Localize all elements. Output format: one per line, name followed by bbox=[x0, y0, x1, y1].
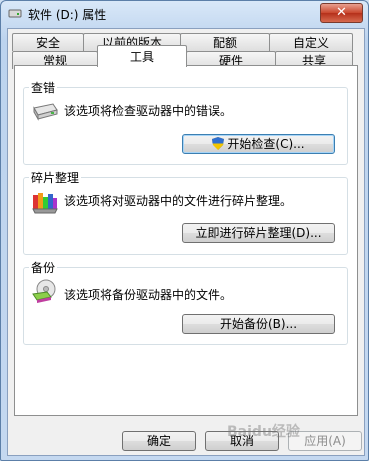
defrag-title: 碎片整理 bbox=[29, 169, 82, 186]
ok-button[interactable]: 确定 bbox=[122, 431, 196, 451]
watermark: Baidu经验 bbox=[227, 424, 300, 440]
error-check-title: 查错 bbox=[29, 79, 58, 96]
defrag-now-button[interactable]: 立即进行碎片整理(D)... bbox=[182, 223, 335, 243]
defrag-icon bbox=[32, 193, 58, 214]
error-check-group: 查错 该选项将检查驱动器中的错误。 开始检查(C)... bbox=[23, 79, 348, 165]
defrag-description: 该选项将对驱动器中的文件进行碎片整理。 bbox=[64, 194, 293, 208]
backup-icon bbox=[32, 279, 56, 303]
tab-quota[interactable]: 配额 bbox=[180, 33, 270, 51]
defrag-group: 碎片整理 该选项将对驱动器中的文件进行碎片整理。 立即进行碎片整理(D)... bbox=[23, 169, 348, 255]
close-button[interactable]: ✕ bbox=[320, 3, 363, 23]
tab-customize[interactable]: 自定义 bbox=[269, 33, 353, 51]
drive-icon bbox=[8, 9, 22, 18]
title-bar[interactable]: 软件 (D:) 属性 ✕ bbox=[1, 1, 368, 27]
start-check-button[interactable]: 开始检查(C)... bbox=[182, 134, 335, 154]
start-backup-button[interactable]: 开始备份(B)... bbox=[182, 314, 335, 334]
tab-tools[interactable]: 工具 bbox=[97, 45, 187, 67]
backup-title: 备份 bbox=[29, 259, 58, 276]
backup-group: 备份 该选项将备份驱动器中的文件。 开始备份(B)... bbox=[23, 259, 348, 345]
window-title: 软件 (D:) 属性 bbox=[28, 8, 107, 22]
backup-description: 该选项将备份驱动器中的文件。 bbox=[64, 288, 233, 302]
tab-security[interactable]: 安全 bbox=[12, 33, 84, 51]
hard-drive-icon bbox=[33, 103, 58, 121]
error-check-description: 该选项将检查驱动器中的错误。 bbox=[64, 104, 233, 118]
start-check-label: 开始检查(C)... bbox=[227, 137, 305, 151]
uac-shield-icon bbox=[212, 137, 225, 150]
properties-window: 软件 (D:) 属性 ✕ 安全 以前的版本 配额 自定义 常规 工具 硬件 共享… bbox=[0, 0, 369, 461]
tools-panel: 查错 该选项将检查驱动器中的错误。 开始检查(C)... 碎片整理 该选项将对驱… bbox=[14, 65, 358, 416]
